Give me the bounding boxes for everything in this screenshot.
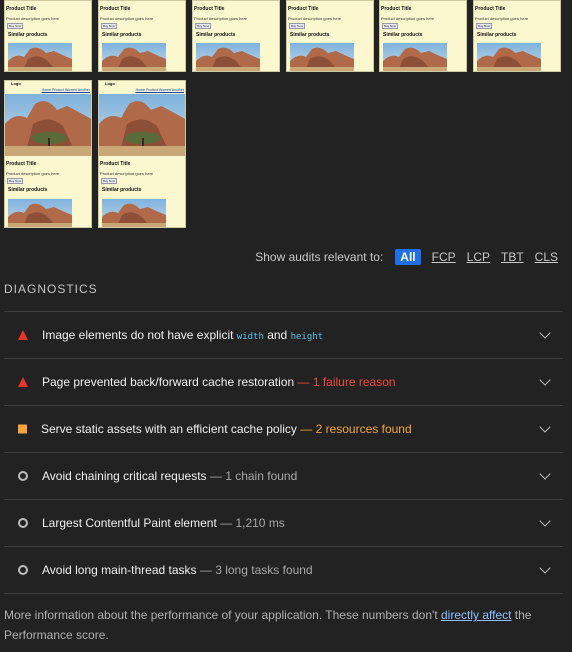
chevron-down-icon[interactable]: [539, 421, 551, 433]
rock-landscape-image: [8, 199, 72, 227]
filter-chip-tbt[interactable]: TBT: [501, 250, 524, 264]
directly-affect-link[interactable]: directly affect: [441, 608, 511, 622]
filmstrip-frame-6: Product Title Product description goes h…: [473, 0, 561, 72]
rock-landscape-image: [383, 43, 447, 71]
chevron-down-icon[interactable]: [539, 374, 551, 386]
audit-row-cache-policy[interactable]: Serve static assets with an efficient ca…: [4, 405, 563, 452]
rock-landscape-image: [102, 43, 166, 71]
diagnostics-footer-note: More information about the performance o…: [4, 608, 532, 642]
chevron-down-icon[interactable]: [539, 562, 551, 574]
rock-landscape-image: [477, 43, 541, 71]
filmstrip-frame-8: Logo Home Product Women Another Product …: [98, 80, 186, 228]
info-circle-icon: [18, 471, 28, 481]
audit-filter-bar: Show audits relevant to: All FCP LCP TBT…: [255, 249, 558, 265]
filter-label: Show audits relevant to:: [255, 250, 384, 264]
audit-title: Avoid chaining critical requests — 1 cha…: [42, 469, 298, 483]
rock-landscape-image: [8, 43, 72, 71]
filter-chip-cls[interactable]: CLS: [535, 250, 558, 264]
audit-row-lcp-element[interactable]: Largest Contentful Paint element — 1,210…: [4, 499, 563, 546]
filter-chip-fcp[interactable]: FCP: [432, 250, 456, 264]
audit-title: Image elements do not have explicit widt…: [42, 328, 324, 342]
hero-landscape-image: [5, 94, 91, 156]
audit-detail: — 3 long tasks found: [196, 563, 313, 577]
audit-detail: — 2 resources found: [296, 422, 412, 436]
rock-landscape-image: [290, 43, 354, 71]
rock-landscape-image: [102, 199, 166, 227]
chevron-down-icon[interactable]: [539, 515, 551, 527]
rock-landscape-image: [196, 43, 260, 71]
filter-chip-lcp[interactable]: LCP: [467, 250, 490, 264]
filmstrip-frame-1: Product Title Product description goes h…: [4, 0, 92, 72]
audit-title: Serve static assets with an efficient ca…: [41, 422, 412, 436]
diagnostics-audit-list: Image elements do not have explicit widt…: [4, 311, 563, 594]
chevron-down-icon[interactable]: [539, 327, 551, 339]
diagnostics-heading: DIAGNOSTICS: [4, 282, 98, 296]
filter-chip-all[interactable]: All: [395, 249, 421, 265]
filmstrip-frame-5: Product Title Product description goes h…: [379, 0, 467, 72]
warning-square-icon: [18, 424, 27, 434]
audit-title: Avoid long main-thread tasks — 3 long ta…: [42, 563, 313, 577]
filmstrip-frame-4: Product Title Product description goes h…: [286, 0, 374, 72]
audit-row-long-tasks[interactable]: Avoid long main-thread tasks — 3 long ta…: [4, 546, 563, 594]
audit-detail: — 1 failure reason: [294, 375, 396, 389]
audit-row-critical-requests[interactable]: Avoid chaining critical requests — 1 cha…: [4, 452, 563, 499]
audit-detail: — 1 chain found: [206, 469, 298, 483]
fail-triangle-icon: [18, 330, 28, 340]
filmstrip-frame-7: Logo Home Product Women Another Product …: [4, 80, 92, 228]
audit-row-bfcache[interactable]: Page prevented back/forward cache restor…: [4, 358, 563, 405]
info-circle-icon: [18, 518, 28, 528]
filmstrip-frame-3: Product Title Product description goes h…: [192, 0, 280, 72]
audit-row-image-dimensions[interactable]: Image elements do not have explicit widt…: [4, 311, 563, 358]
audit-detail: — 1,210 ms: [216, 516, 285, 530]
info-circle-icon: [18, 565, 28, 575]
filmstrip-frame-2: Product Title Product description goes h…: [98, 0, 186, 72]
fail-triangle-icon: [18, 377, 28, 387]
audit-title: Largest Contentful Paint element — 1,210…: [42, 516, 285, 530]
audit-title: Page prevented back/forward cache restor…: [42, 375, 396, 389]
hero-landscape-image: [99, 94, 185, 156]
chevron-down-icon[interactable]: [539, 468, 551, 480]
